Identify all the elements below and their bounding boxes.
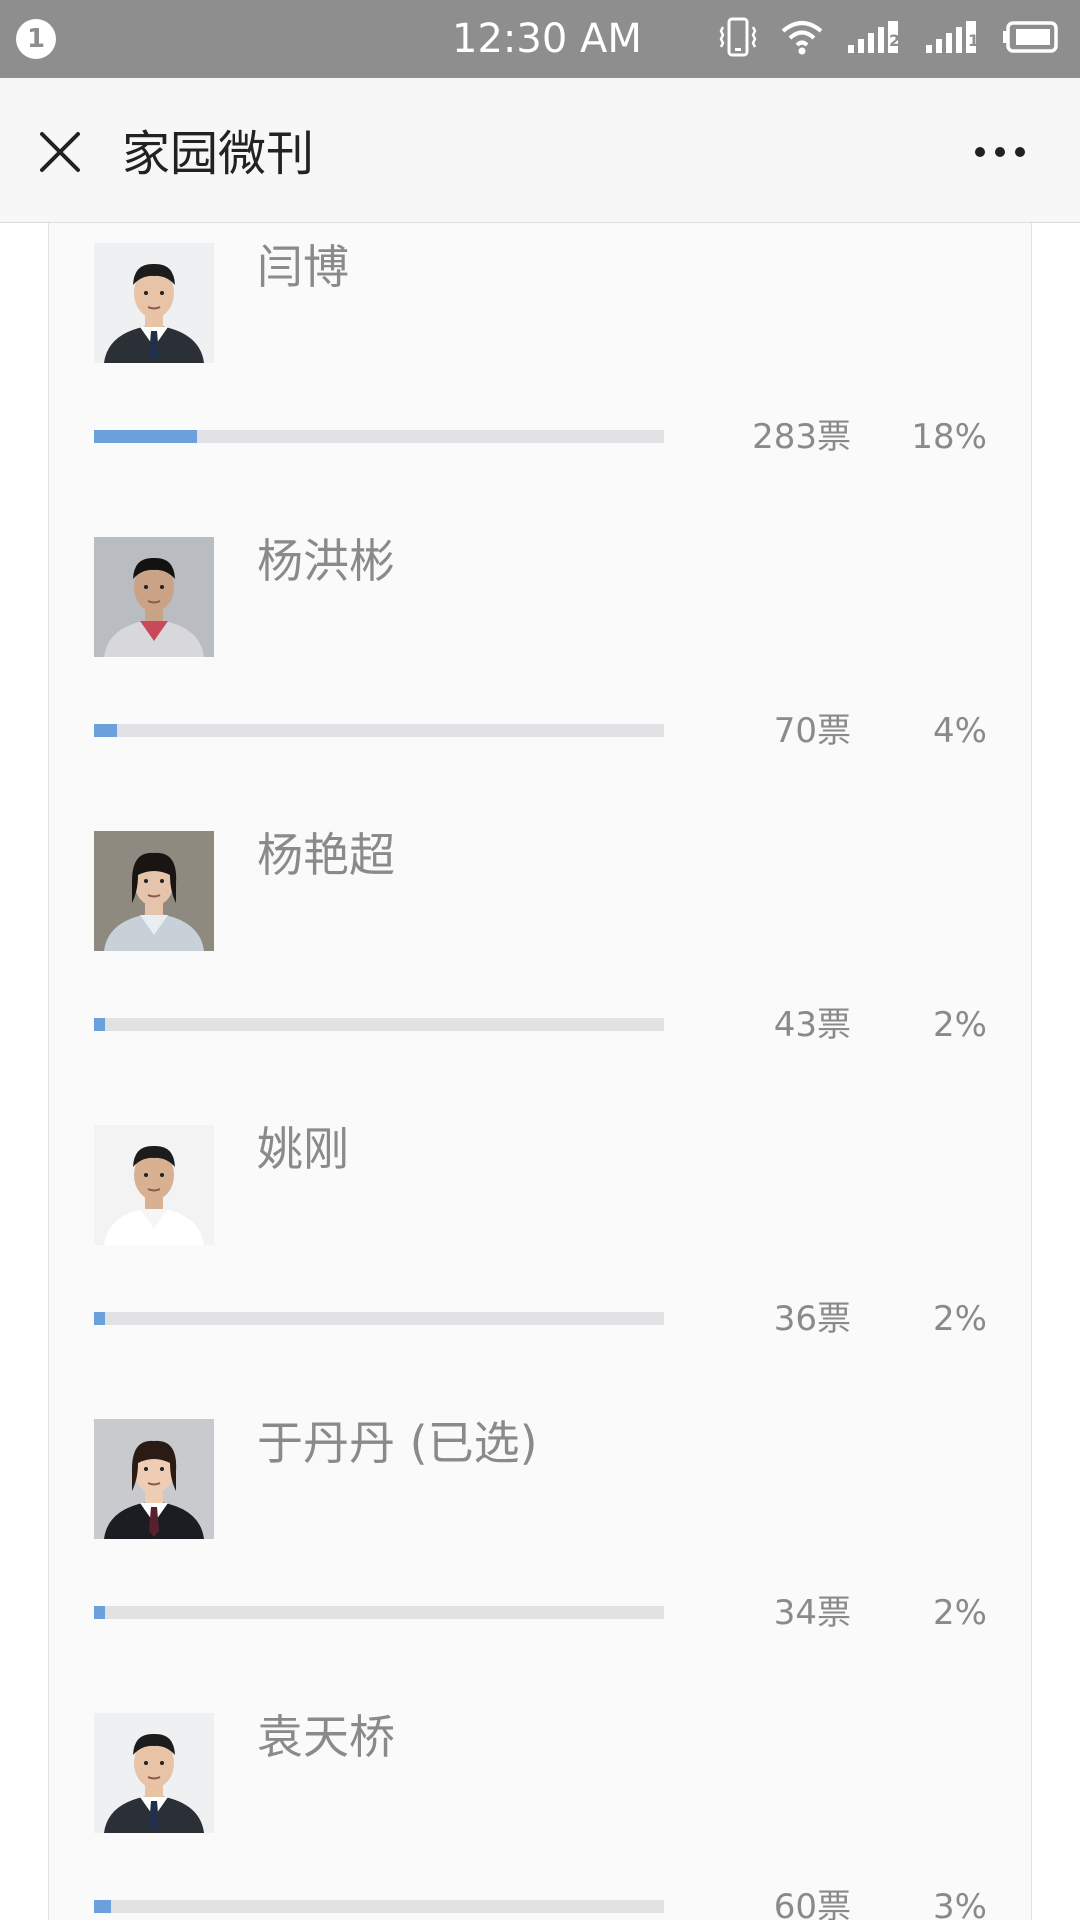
notification-badge: 1: [16, 19, 56, 59]
signal-icon: 1: [924, 19, 980, 59]
candidate-name: 杨洪彬: [257, 534, 395, 588]
vote-percent: 2%: [933, 1299, 987, 1339]
avatar: [94, 243, 214, 363]
sim-label: 2: [889, 31, 901, 50]
avatar: [94, 1125, 214, 1245]
vote-percent: 2%: [933, 1593, 987, 1633]
candidate-name: 袁天桥: [257, 1710, 395, 1764]
vote-bar-track: [94, 1018, 664, 1031]
vote-bar-fill: [94, 430, 197, 443]
vote-count: 70票: [773, 711, 851, 751]
vote-bar-fill: [94, 1900, 112, 1913]
vote-bar-fill: [94, 1018, 106, 1031]
vote-results-panel: 闫博 283票 18% 杨洪彬 70票 4% 杨艳超 43票 2% 姚刚 36票…: [48, 223, 1032, 1920]
vote-count: 43票: [773, 1005, 851, 1045]
avatar: [94, 1713, 214, 1833]
more-button[interactable]: [960, 122, 1040, 186]
candidate-name: 闫博: [257, 240, 349, 294]
app-bar: 家园微刊: [0, 78, 1080, 223]
vote-bar-track: [94, 430, 664, 443]
vote-percent: 4%: [933, 711, 987, 751]
vote-bar-fill: [94, 1606, 106, 1619]
avatar: [94, 1419, 214, 1539]
vote-percent: 3%: [933, 1887, 987, 1920]
page-title: 家园微刊: [122, 126, 315, 182]
status-time: 12:30 AM: [452, 16, 642, 62]
signal-icon: 2: [846, 19, 902, 59]
avatar: [94, 831, 214, 951]
status-icons: 2 1: [718, 16, 1060, 62]
candidate-row: 于丹丹 (已选) 34票 2%: [49, 1416, 1031, 1713]
vote-count: 36票: [773, 1299, 851, 1339]
vibrate-icon: [718, 15, 758, 63]
avatar: [94, 537, 214, 657]
wifi-icon: [780, 19, 824, 59]
vote-bar-track: [94, 1900, 664, 1913]
vote-count: 283票: [752, 417, 851, 457]
candidate-row: 姚刚 36票 2%: [49, 1122, 1031, 1419]
sim-label: 1: [968, 31, 980, 50]
vote-bar-track: [94, 1312, 664, 1325]
vote-bar-fill: [94, 724, 117, 737]
close-button[interactable]: [28, 122, 92, 186]
status-bar: 1 12:30 AM 2 1: [0, 0, 1080, 78]
vote-percent: 2%: [933, 1005, 987, 1045]
candidate-name: 于丹丹 (已选): [257, 1416, 538, 1470]
candidate-name: 杨艳超: [257, 828, 395, 882]
vote-bar-fill: [94, 1312, 106, 1325]
vote-bar-track: [94, 1606, 664, 1619]
candidate-row: 袁天桥 60票 3%: [49, 1710, 1031, 1920]
candidate-row: 杨艳超 43票 2%: [49, 828, 1031, 1125]
vote-count: 60票: [773, 1887, 851, 1920]
vote-bar-track: [94, 724, 664, 737]
candidate-row: 闫博 283票 18%: [49, 240, 1031, 537]
vote-percent: 18%: [911, 417, 987, 457]
candidate-name: 姚刚: [257, 1122, 349, 1176]
more-icon: [970, 144, 1030, 164]
candidate-row: 杨洪彬 70票 4%: [49, 534, 1031, 831]
battery-icon: [1002, 20, 1060, 58]
vote-count: 34票: [773, 1593, 851, 1633]
close-icon: [38, 130, 82, 178]
